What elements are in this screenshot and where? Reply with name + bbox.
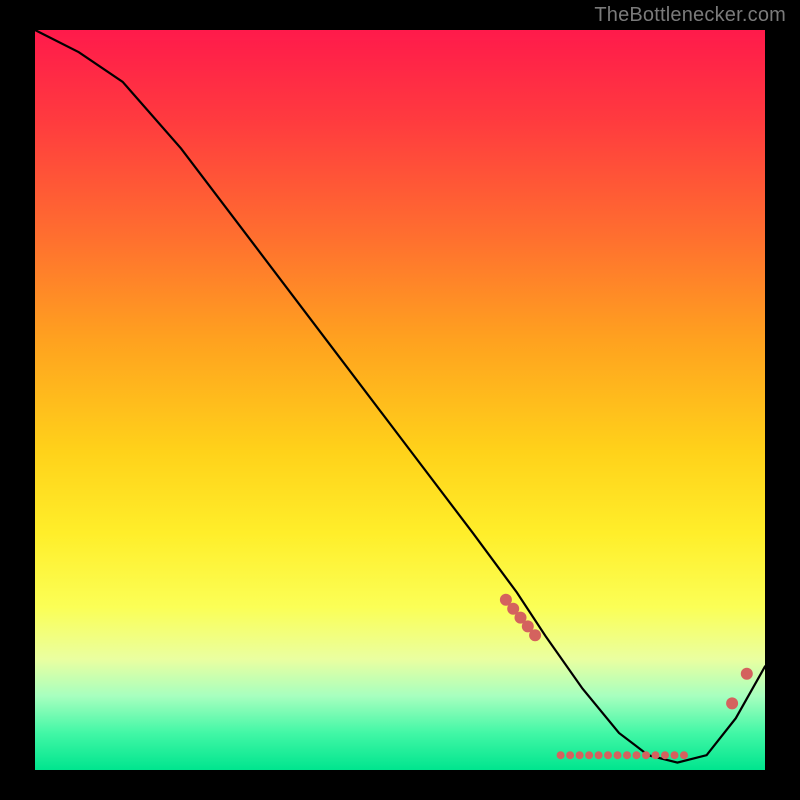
data-marker — [576, 751, 584, 759]
plot-area — [35, 30, 765, 770]
data-marker — [585, 751, 593, 759]
data-marker — [671, 751, 679, 759]
data-marker — [595, 751, 603, 759]
curve-markers — [500, 594, 753, 759]
data-marker — [623, 751, 631, 759]
data-marker — [633, 751, 641, 759]
bottleneck-curve — [35, 30, 765, 763]
data-marker — [557, 751, 565, 759]
data-marker — [661, 751, 669, 759]
attribution-label: TheBottlenecker.com — [594, 4, 786, 27]
data-marker — [604, 751, 612, 759]
data-marker — [726, 697, 738, 709]
chart-stage: TheBottlenecker.com — [0, 0, 800, 800]
data-marker — [529, 629, 541, 641]
data-marker — [566, 751, 574, 759]
data-marker — [642, 751, 650, 759]
curve-layer — [35, 30, 765, 770]
data-marker — [741, 668, 753, 680]
data-marker — [614, 751, 622, 759]
data-marker — [680, 751, 688, 759]
data-marker — [652, 751, 660, 759]
